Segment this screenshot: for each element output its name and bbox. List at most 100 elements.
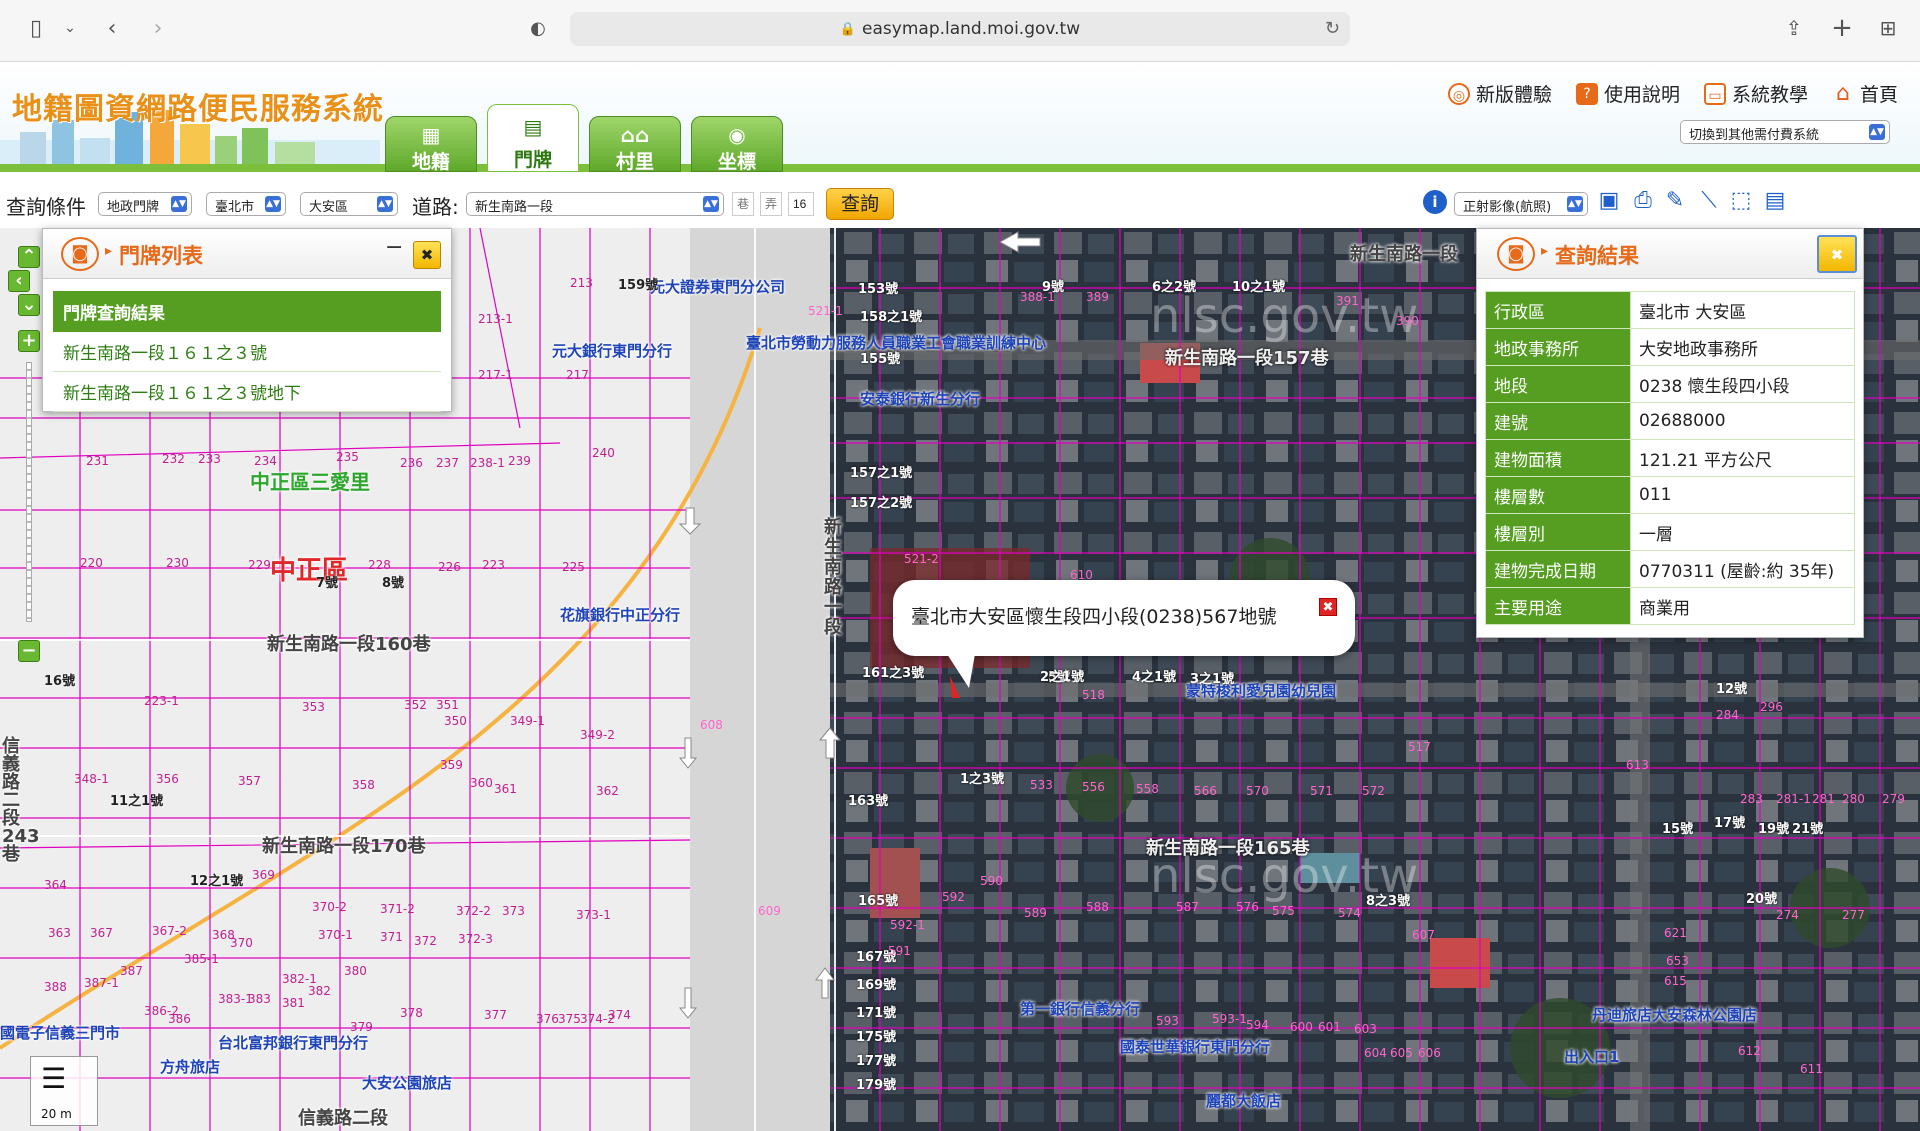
pan-down-icon[interactable]: ⌄ xyxy=(18,294,40,316)
poi-label[interactable]: 國泰世華銀行東門分行 xyxy=(1120,1036,1270,1057)
village-houses-icon: ⌂⌂ xyxy=(620,123,650,147)
list-item[interactable]: 新生南路一段１６１之３號 xyxy=(53,332,441,372)
parcel-number-label: 388 xyxy=(44,980,67,994)
zoom-control: ⌃ ‹ ⌄ + − xyxy=(8,246,40,662)
house-number-label: 165號 xyxy=(858,894,899,909)
pan-up-icon[interactable]: ⌃ xyxy=(18,246,40,268)
link-home[interactable]: ⌂ 首頁 xyxy=(1832,80,1898,107)
poi-label[interactable]: 第一銀行信義分行 xyxy=(1020,998,1140,1019)
parcel-number-label: 609 xyxy=(758,904,781,918)
link-label: 首頁 xyxy=(1859,84,1898,106)
poi-label[interactable]: 麗都大飯店 xyxy=(1206,1090,1281,1111)
parcel-number-label: 570 xyxy=(1246,784,1269,798)
road-label: 道路: xyxy=(412,195,459,219)
forward-icon[interactable]: › xyxy=(144,14,172,42)
district-select[interactable]: 大安區 ▲▼ xyxy=(300,192,398,216)
shield-icon[interactable]: ◐ xyxy=(524,14,552,42)
poi-label[interactable]: 出入口1 xyxy=(1564,1046,1619,1067)
house-number-label: 2之1號 xyxy=(1040,670,1085,685)
lane-input[interactable] xyxy=(732,192,754,216)
reload-icon[interactable]: ↻ xyxy=(1325,18,1340,39)
poi-label[interactable]: 安泰銀行新生分行 xyxy=(860,388,980,409)
house-number-label: 20號 xyxy=(1746,892,1778,907)
zoom-slider[interactable] xyxy=(26,362,32,622)
edit-pen-icon[interactable]: ✎ xyxy=(1662,188,1688,214)
zoom-out-button[interactable]: − xyxy=(18,640,40,662)
tab-label: 坐標 xyxy=(717,151,756,173)
house-number-label: 12號 xyxy=(1716,682,1748,697)
house-number-label: 15號 xyxy=(1662,822,1694,837)
tab-overview-icon[interactable]: ⊞ xyxy=(1874,14,1902,42)
tab-village[interactable]: ⌂⌂ 村里 xyxy=(589,116,681,173)
city-select[interactable]: 臺北市 ▲▼ xyxy=(206,192,286,216)
share-icon[interactable]: ⇪ xyxy=(1780,14,1808,42)
poi-label[interactable]: 國電子信義三門市 xyxy=(0,1022,120,1043)
parcel-number-label: 381 xyxy=(282,996,305,1010)
tab-door-plate[interactable]: ▤ 門牌 xyxy=(487,104,579,172)
alley-input[interactable] xyxy=(760,192,782,216)
parcel-number-label: 375 xyxy=(558,1012,581,1026)
parcel-number-label: 356 xyxy=(156,772,179,786)
parcel-number-label: 382 xyxy=(308,984,331,998)
print-icon[interactable]: ⎙ xyxy=(1630,188,1656,214)
measure-line-icon[interactable]: ⟍ xyxy=(1696,188,1722,214)
parcel-number-label: 591 xyxy=(888,944,911,958)
number-input[interactable] xyxy=(788,192,814,216)
parcel-number-label: 236 xyxy=(400,456,423,470)
result-value: 0238 懷生段四小段 xyxy=(1630,365,1855,403)
new-tab-icon[interactable]: + xyxy=(1828,13,1856,43)
list-item[interactable]: 新生南路一段１６１之３號地下 xyxy=(53,372,441,412)
tab-cadastral[interactable]: ▦ 地籍 xyxy=(385,116,477,173)
link-help[interactable]: ? 使用說明 xyxy=(1575,80,1680,107)
info-icon[interactable]: i xyxy=(1423,190,1447,214)
road-select[interactable]: 新生南路一段 ▲▼ xyxy=(466,192,724,216)
link-tutorial[interactable]: ▭ 系統教學 xyxy=(1703,80,1808,107)
poi-label[interactable]: 方舟旅店 xyxy=(160,1056,220,1077)
poi-label[interactable]: 花旗銀行中正分行 xyxy=(560,604,680,625)
legend-list-icon[interactable]: ☰ xyxy=(41,1065,66,1093)
tab-label: 門牌 xyxy=(513,149,552,171)
close-button[interactable]: ✖ xyxy=(413,241,441,269)
back-icon[interactable]: ‹ xyxy=(98,14,126,42)
close-button[interactable]: ✖ xyxy=(1817,235,1857,273)
tab-label: 村里 xyxy=(615,151,654,173)
base-layer-select[interactable]: 正射影像(航照) ▲▼ xyxy=(1454,192,1588,216)
legend-scale-box[interactable]: ☰ 20 m xyxy=(30,1056,98,1126)
tab-coordinate[interactable]: ◉ 坐標 xyxy=(691,116,783,173)
url-bar[interactable]: 🔒 easymap.land.moi.gov.tw ↻ xyxy=(570,12,1350,46)
monitor-icon[interactable]: ▣ xyxy=(1596,188,1622,214)
document-icon[interactable]: ▤ xyxy=(1762,188,1788,214)
result-key: 樓層別 xyxy=(1485,513,1631,551)
parcel-number-label: 592 xyxy=(942,890,965,904)
result-row: 樓層別 一層 xyxy=(1485,513,1855,551)
header-links: ◎ 新版體驗 ? 使用說明 ▭ 系統教學 ⌂ 首頁 xyxy=(1447,80,1898,107)
parcel-number-label: 363 xyxy=(48,926,71,940)
parcel-number-label: 352 xyxy=(404,698,427,712)
popup-close-button[interactable]: ✖ xyxy=(1319,598,1337,616)
query-button[interactable]: 查詢 xyxy=(826,188,894,220)
poi-label[interactable]: 丹迪旅店大安森林公園店 xyxy=(1592,1004,1757,1025)
poi-label[interactable]: 元大證券東門分公司 xyxy=(650,276,785,297)
chevron-down-icon[interactable]: ⌄ xyxy=(56,14,84,42)
link-new-version[interactable]: ◎ 新版體驗 xyxy=(1447,80,1552,107)
result-row: 主要用途 商業用 xyxy=(1485,587,1855,625)
parcel-number-label: 390 xyxy=(1396,314,1419,328)
door-plate-list-panel: ◙ ▸ 門牌列表 − ✖ 門牌查詢結果 新生南路一段１６１之３號 新生南路一段１… xyxy=(42,228,452,412)
parcel-number-label: 575 xyxy=(1272,904,1295,918)
poi-label[interactable]: 台北富邦銀行東門分行 xyxy=(218,1032,368,1053)
result-key: 建號 xyxy=(1485,402,1631,440)
pan-left-icon[interactable]: ‹ xyxy=(8,270,30,292)
poi-label[interactable]: 大安公園旅店 xyxy=(362,1072,452,1093)
parcel-number-label: 387 xyxy=(120,964,143,978)
result-key: 地政事務所 xyxy=(1485,328,1631,366)
minimize-button[interactable]: − xyxy=(385,235,403,260)
house-number-label: 10之1號 xyxy=(1232,280,1286,295)
switch-system-select[interactable]: 切換到其他需付費系統 ▲▼ xyxy=(1680,120,1890,144)
select-caret-icon: ▲▼ xyxy=(377,196,393,212)
zoom-in-button[interactable]: + xyxy=(18,330,40,352)
measure-area-icon[interactable]: ⬚ xyxy=(1728,188,1754,214)
parcel-number-label: 587 xyxy=(1176,900,1199,914)
query-type-select[interactable]: 地政門牌 ▲▼ xyxy=(98,192,192,216)
poi-label[interactable]: 元大銀行東門分行 xyxy=(552,340,672,361)
sidebar-toggle-icon[interactable]: ▯ xyxy=(22,14,50,42)
